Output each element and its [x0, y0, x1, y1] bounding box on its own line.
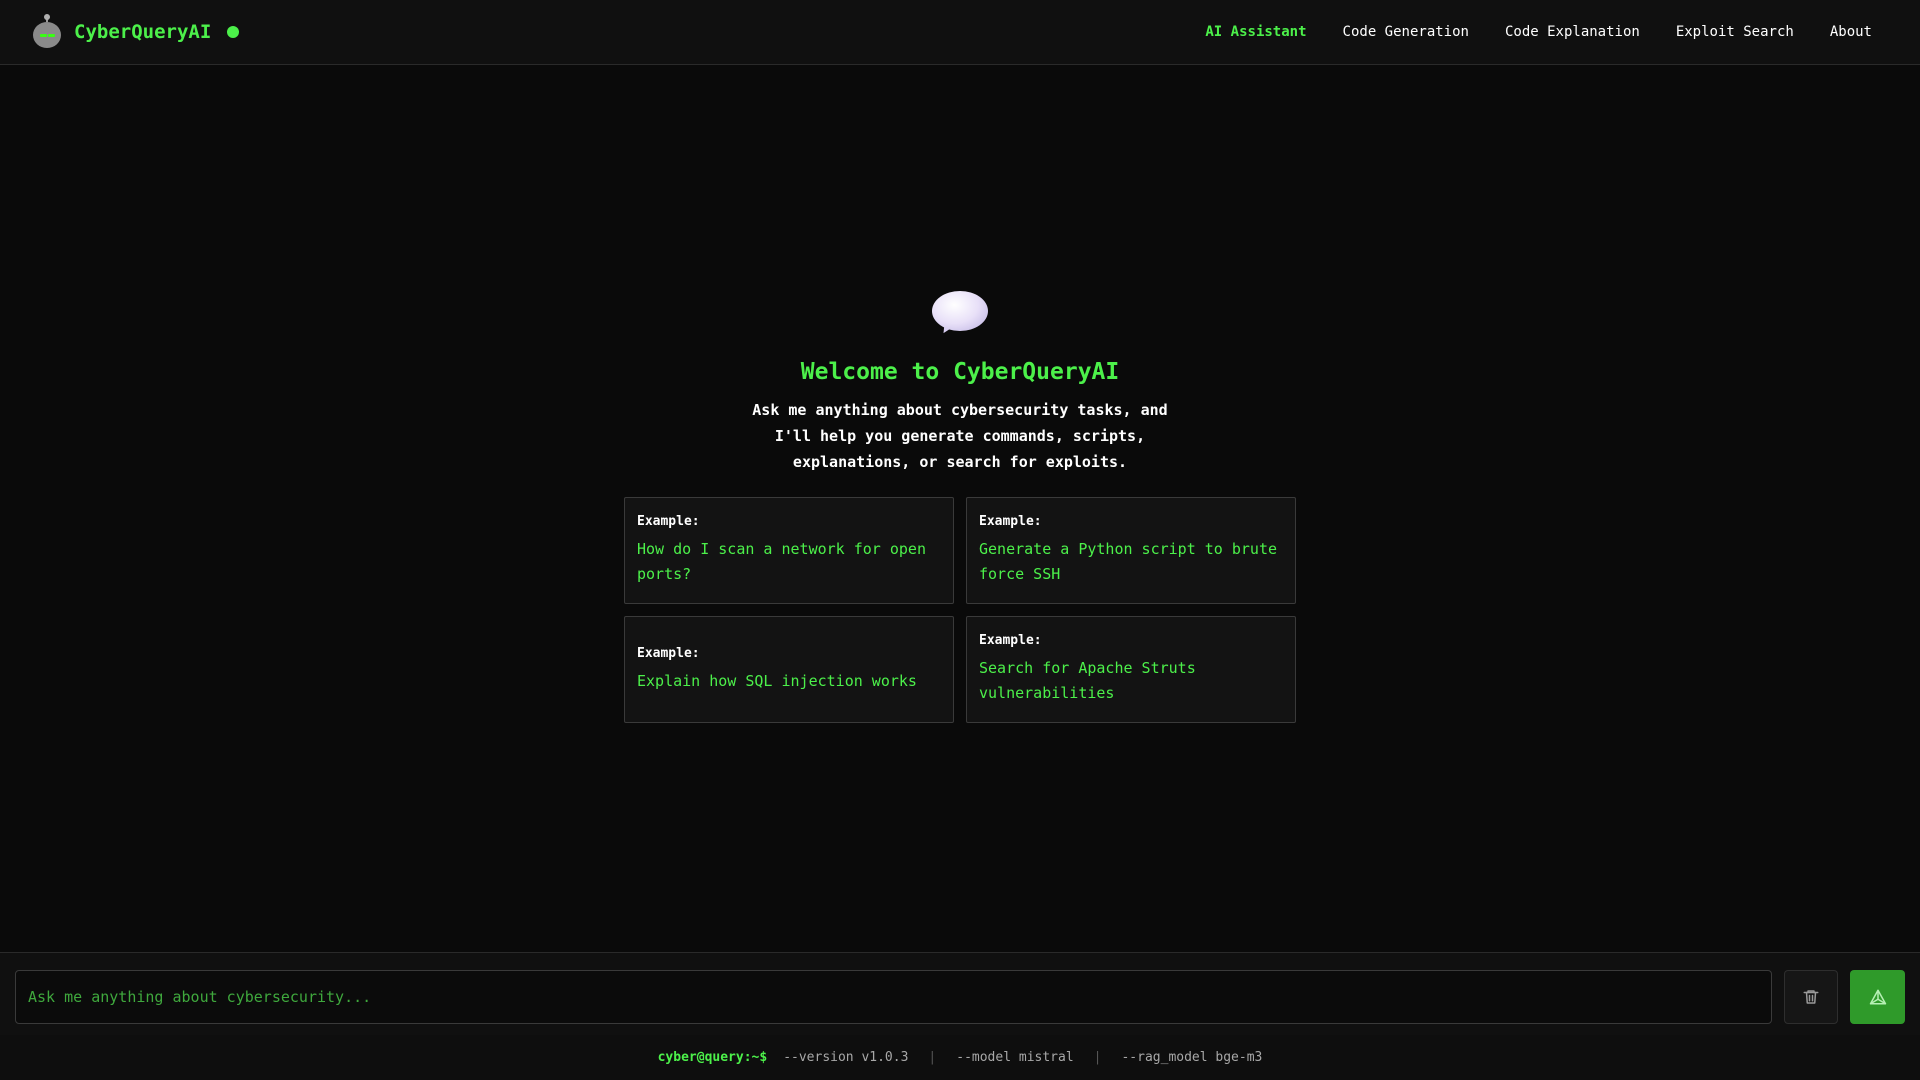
example-card-brute-force-ssh[interactable]: Example: Generate a Python script to bru… [966, 497, 1296, 604]
welcome-description: Ask me anything about cybersecurity task… [752, 401, 1168, 471]
model-info: --model mistral [956, 1050, 1074, 1065]
example-label: Example: [637, 514, 700, 529]
clear-chat-button[interactable] [1784, 970, 1838, 1024]
app-header: CyberQueryAI AI Assistant Code Generatio… [0, 0, 1920, 65]
example-label: Example: [637, 645, 700, 661]
robot-icon [32, 14, 62, 48]
example-card-sql-injection[interactable]: Example: Explain how SQL injection works [624, 616, 954, 723]
welcome-title: Welcome to CyberQueryAI [800, 359, 1120, 385]
nav-ai-assistant[interactable]: AI Assistant [1205, 24, 1306, 40]
trash-icon [1803, 990, 1819, 1004]
example-card-apache-struts[interactable]: Example: Search for Apache Struts vulner… [966, 616, 1296, 723]
example-label: Example: [979, 633, 1042, 648]
separator: | [928, 1050, 937, 1065]
send-button[interactable] [1850, 970, 1905, 1024]
rag-model-info: --rag_model bge-m3 [1121, 1050, 1263, 1065]
brand[interactable]: CyberQueryAI [32, 14, 240, 48]
nav-code-generation[interactable]: Code Generation [1343, 24, 1469, 40]
chat-input-bar [0, 952, 1920, 1035]
nav-exploit-search[interactable]: Exploit Search [1676, 24, 1794, 40]
example-label: Example: [979, 514, 1042, 529]
nav-code-explanation[interactable]: Code Explanation [1505, 24, 1640, 40]
example-text: How do I scan a network for open ports? [637, 540, 926, 583]
online-status-dot [227, 26, 240, 38]
separator: | [1093, 1050, 1102, 1065]
example-text: Search for Apache Struts vulnerabilities [979, 659, 1196, 702]
brand-name: CyberQueryAI [74, 21, 212, 43]
example-text: Generate a Python script to brute force … [979, 540, 1278, 583]
send-icon [1869, 989, 1886, 1005]
chat-input[interactable] [15, 970, 1772, 1024]
example-grid: Example: How do I scan a network for ope… [624, 497, 1296, 723]
version-info: --version v1.0.3 [783, 1050, 909, 1065]
terminal-prompt: cyber@query:~$ [657, 1050, 768, 1065]
main-nav: AI Assistant Code Generation Code Explan… [1205, 24, 1872, 40]
nav-about[interactable]: About [1830, 24, 1872, 40]
welcome-panel: Welcome to CyberQueryAI Ask me anything … [0, 285, 1920, 723]
speech-bubble-icon [930, 285, 990, 341]
status-footer: cyber@query:~$ --version v1.0.3 | --mode… [0, 1035, 1920, 1080]
example-card-scan-ports[interactable]: Example: How do I scan a network for ope… [624, 497, 954, 604]
example-text: Explain how SQL injection works [637, 671, 917, 690]
